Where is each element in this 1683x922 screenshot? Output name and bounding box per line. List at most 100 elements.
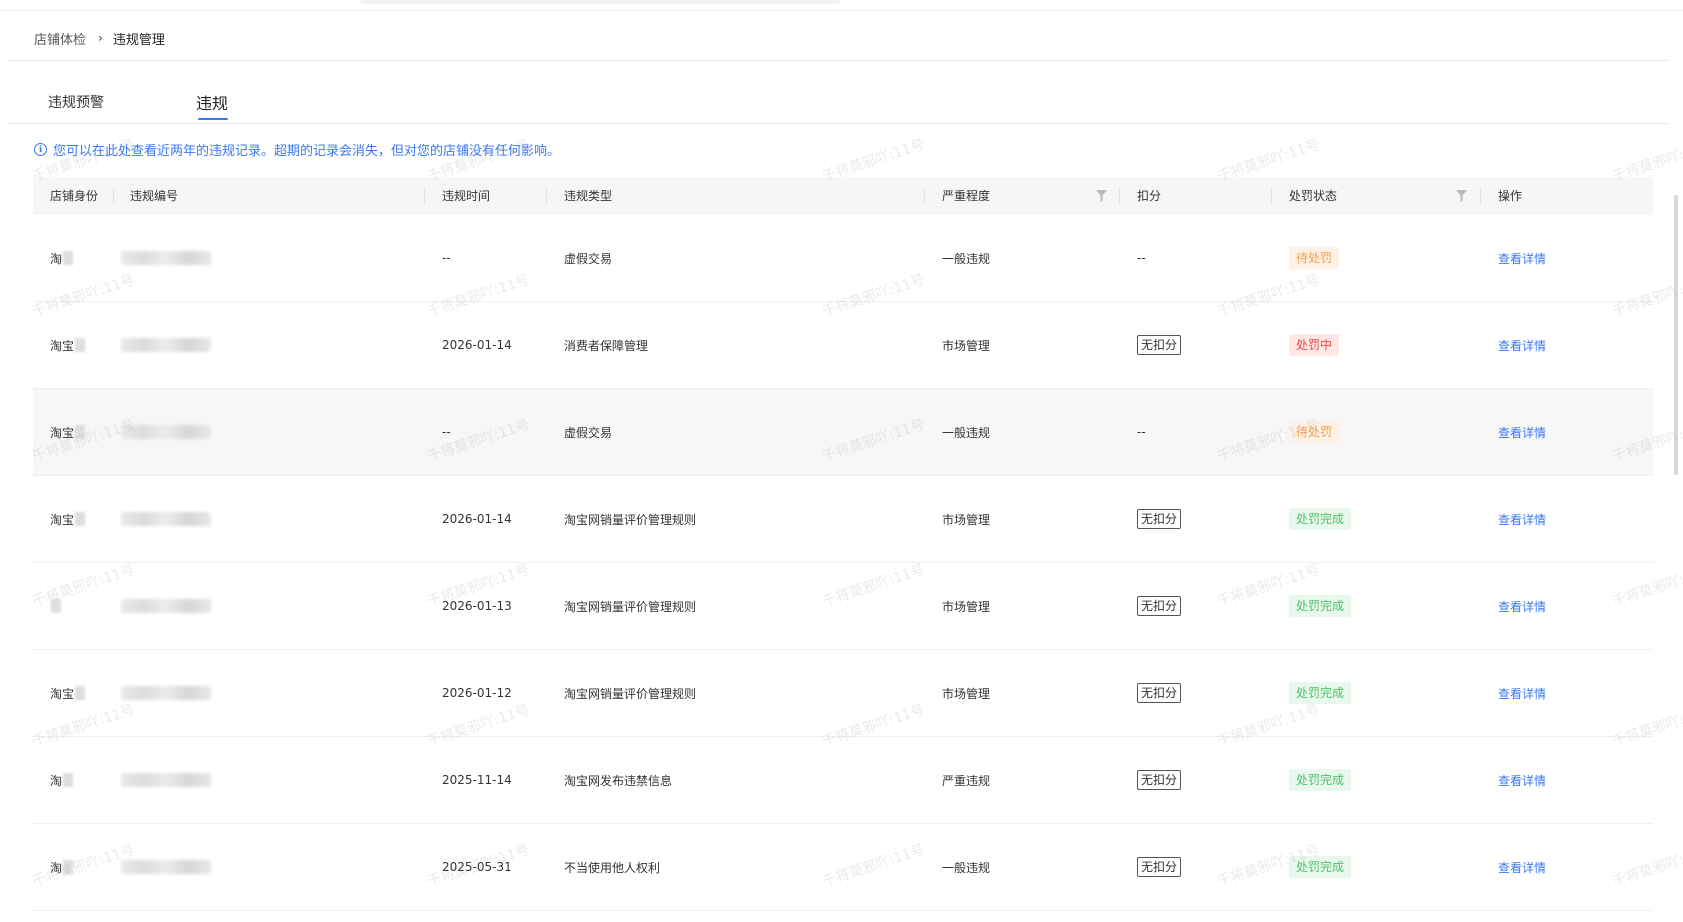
column-separator [1271,188,1272,204]
violation-type: 淘宝网销量评价管理规则 [564,686,697,701]
shop-identity: 淘宝 [50,512,75,527]
notice-text: 您可以在此处查看近两年的违规记录。超期的记录会消失，但对您的店铺没有任何影响。 [53,144,561,159]
severity: 一般违规 [942,425,991,440]
shop-identity: 淘 [50,860,63,875]
column-header-severity: 严重程度 [942,189,991,203]
penalty-status-badge: 处罚完成 [1289,769,1352,791]
redacted-shop-name [75,512,86,526]
redacted-shop-name [63,773,74,787]
redacted-shop-name [75,425,86,439]
breadcrumb: 店铺体检 › 违规管理 [34,28,165,48]
column-header-shop: 店铺身份 [50,189,99,203]
table-row[interactable]: 淘宝 2026-01-12 淘宝网销量评价管理规则 市场管理 无扣分 处罚完成 查看详情 [33,650,1653,737]
deduct-points: -- [1137,251,1146,265]
column-header-deduct: 扣分 [1137,189,1162,203]
redacted-violation-code [121,686,211,700]
severity: 市场管理 [942,338,991,353]
redacted-shop-name [51,599,61,613]
column-header-status: 处罚状态 [1289,189,1338,203]
shop-identity: 淘 [50,251,63,266]
redacted-violation-code [121,251,211,265]
column-separator [924,188,925,204]
deduct-points: 无扣分 [1137,857,1182,877]
view-details-link[interactable]: 查看详情 [1498,337,1546,354]
tabs-divider [8,123,1668,124]
view-details-link[interactable]: 查看详情 [1498,772,1546,789]
redacted-violation-code [121,512,211,526]
redacted-shop-name [63,251,74,265]
violation-type: 虚假交易 [564,425,613,440]
shop-identity: 淘 [50,773,63,788]
vertical-scrollbar[interactable] [1674,195,1678,475]
table-row[interactable]: 淘宝 -- 虚假交易 一般违规 -- 待处罚 查看详情 [33,389,1653,476]
violation-table: 店铺身份 违规编号 违规时间 违规类型 严重程度 扣分 处罚状态 操作 淘 -- 虚… [33,177,1653,911]
severity: 市场管理 [942,512,991,527]
column-header-code: 违规编号 [130,189,179,203]
table-row[interactable]: 2026-01-13 淘宝网销量评价管理规则 市场管理 无扣分 处罚完成 查看详情 [33,563,1653,650]
table-row[interactable]: 淘宝 2026-01-14 淘宝网销量评价管理规则 市场管理 无扣分 处罚完成 查看详情 [33,476,1653,563]
severity: 一般违规 [942,860,991,875]
penalty-status-badge: 处罚完成 [1289,508,1352,530]
column-header-time: 违规时间 [442,189,491,203]
table-header: 店铺身份 违规编号 违规时间 违规类型 严重程度 扣分 处罚状态 操作 [33,177,1653,215]
shop-identity: 淘宝 [50,686,75,701]
redacted-shop-name [75,338,86,352]
violation-time: 2026-01-12 [442,686,512,700]
violation-type: 淘宝网销量评价管理规则 [564,599,697,614]
penalty-status-badge: 待处罚 [1289,247,1340,269]
violation-type: 消费者保障管理 [564,338,649,353]
severity: 严重违规 [942,773,991,788]
redacted-violation-code [121,599,211,613]
table-row[interactable]: 淘 2025-11-14 淘宝网发布违禁信息 严重违规 无扣分 处罚完成 查看详情 [33,737,1653,824]
penalty-status-badge: 待处罚 [1289,421,1340,443]
column-separator [1119,188,1120,204]
severity-filter-icon[interactable] [1096,190,1107,202]
penalty-status-badge: 处罚完成 [1289,856,1352,878]
breadcrumb-current: 违规管理 [112,32,165,48]
status-filter-icon[interactable] [1456,190,1467,202]
severity: 一般违规 [942,251,991,266]
tab-violation-warning[interactable]: 违规预警 [48,92,104,112]
view-details-link[interactable]: 查看详情 [1498,250,1546,267]
deduct-points: -- [1137,425,1146,439]
penalty-status-badge: 处罚完成 [1289,682,1352,704]
redacted-shop-name [75,686,86,700]
column-separator [546,188,547,204]
view-details-link[interactable]: 查看详情 [1498,859,1546,876]
table-row[interactable]: 淘 -- 虚假交易 一般违规 -- 待处罚 查看详情 [33,215,1653,302]
info-icon: i [34,143,47,156]
column-separator [1480,188,1481,204]
column-separator [424,188,425,204]
breadcrumb-parent-link[interactable]: 店铺体检 [34,29,86,48]
tab-violation[interactable]: 违规 [196,90,228,114]
violation-time: 2025-11-14 [442,773,512,787]
deduct-points: 无扣分 [1137,770,1182,790]
header-divider [8,60,1668,61]
view-details-link[interactable]: 查看详情 [1498,685,1546,702]
view-details-link[interactable]: 查看详情 [1498,511,1546,528]
table-row[interactable]: 淘宝 2026-01-14 消费者保障管理 市场管理 无扣分 处罚中 查看详情 [33,302,1653,389]
violation-type: 淘宝网销量评价管理规则 [564,512,697,527]
active-tab-indicator [198,118,228,120]
violation-time: 2025-05-31 [442,860,512,874]
redacted-violation-code [121,425,211,439]
redacted-violation-code [121,860,211,874]
redacted-violation-code [121,338,211,352]
violation-time: 2026-01-14 [442,512,512,526]
view-details-link[interactable]: 查看详情 [1498,598,1546,615]
chevron-right-icon: › [98,31,103,45]
deduct-points: 无扣分 [1137,509,1182,529]
deduct-points: 无扣分 [1137,596,1182,616]
info-notice: i 您可以在此处查看近两年的违规记录。超期的记录会消失，但对您的店铺没有任何影响… [34,140,560,159]
penalty-status-badge: 处罚中 [1289,334,1340,356]
violation-type: 不当使用他人权利 [564,860,661,875]
violation-type: 虚假交易 [564,251,613,266]
violation-time: 2026-01-14 [442,338,512,352]
top-strip [0,0,1683,11]
table-row[interactable]: 淘 2025-05-31 不当使用他人权利 一般违规 无扣分 处罚完成 查看详情 [33,824,1653,911]
severity: 市场管理 [942,686,991,701]
view-details-link[interactable]: 查看详情 [1498,424,1546,441]
redacted-violation-code [121,773,211,787]
shop-identity: 淘宝 [50,338,75,353]
deduct-points: 无扣分 [1137,683,1182,703]
